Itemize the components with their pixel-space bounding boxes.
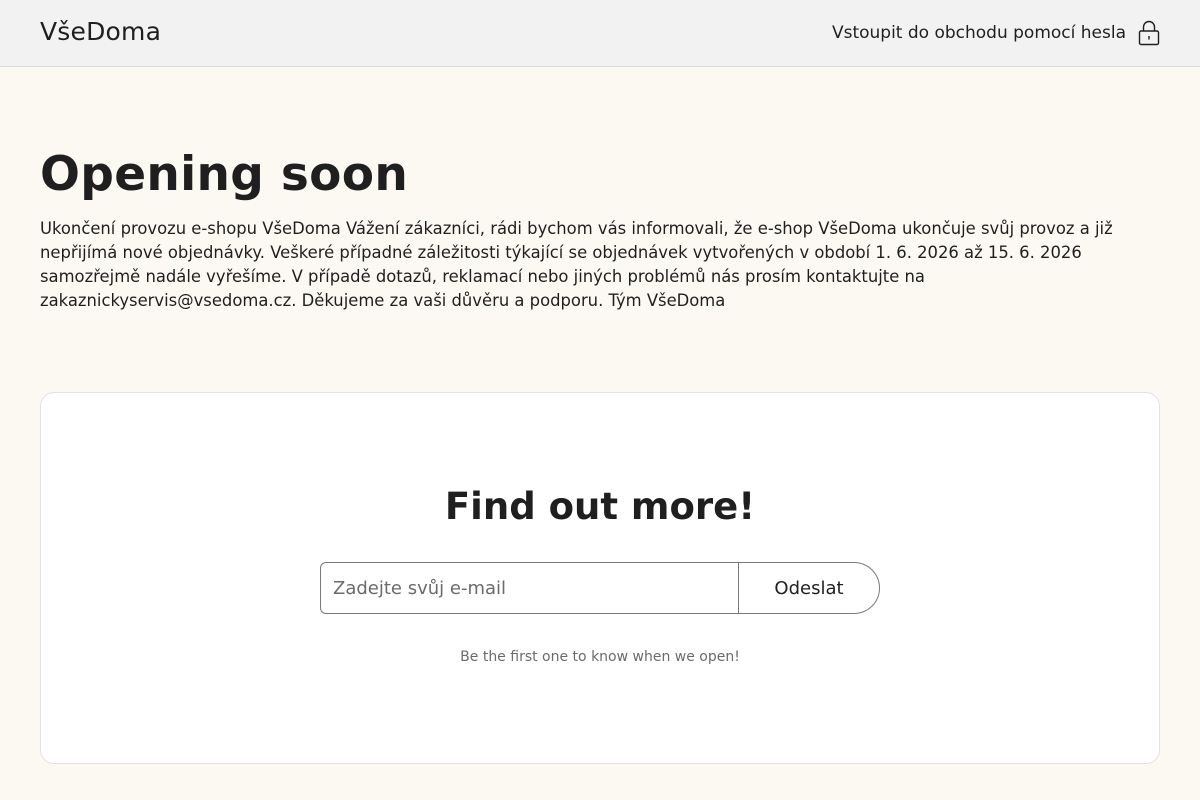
newsletter-note: Be the first one to know when we open! — [460, 649, 740, 665]
header-bar: VšeDoma Vstoupit do obchodu pomocí hesla — [0, 0, 1200, 67]
lock-icon — [1138, 20, 1160, 46]
email-input[interactable] — [320, 562, 738, 614]
newsletter-title: Find out more! — [444, 485, 756, 528]
password-link-label: Vstoupit do obchodu pomocí hesla — [831, 23, 1126, 43]
submit-button[interactable]: Odeslat — [738, 562, 880, 614]
page-title: Opening soon — [40, 147, 409, 202]
store-logo[interactable]: VšeDoma — [40, 17, 161, 46]
newsletter-form: Odeslat — [320, 562, 880, 614]
newsletter-card: Find out more! Odeslat Be the first one … — [40, 392, 1160, 764]
password-entry-link[interactable]: Vstoupit do obchodu pomocí hesla — [832, 20, 1160, 46]
closure-message: Ukončení provozu e-shopu VšeDoma Vážení … — [40, 219, 1113, 310]
